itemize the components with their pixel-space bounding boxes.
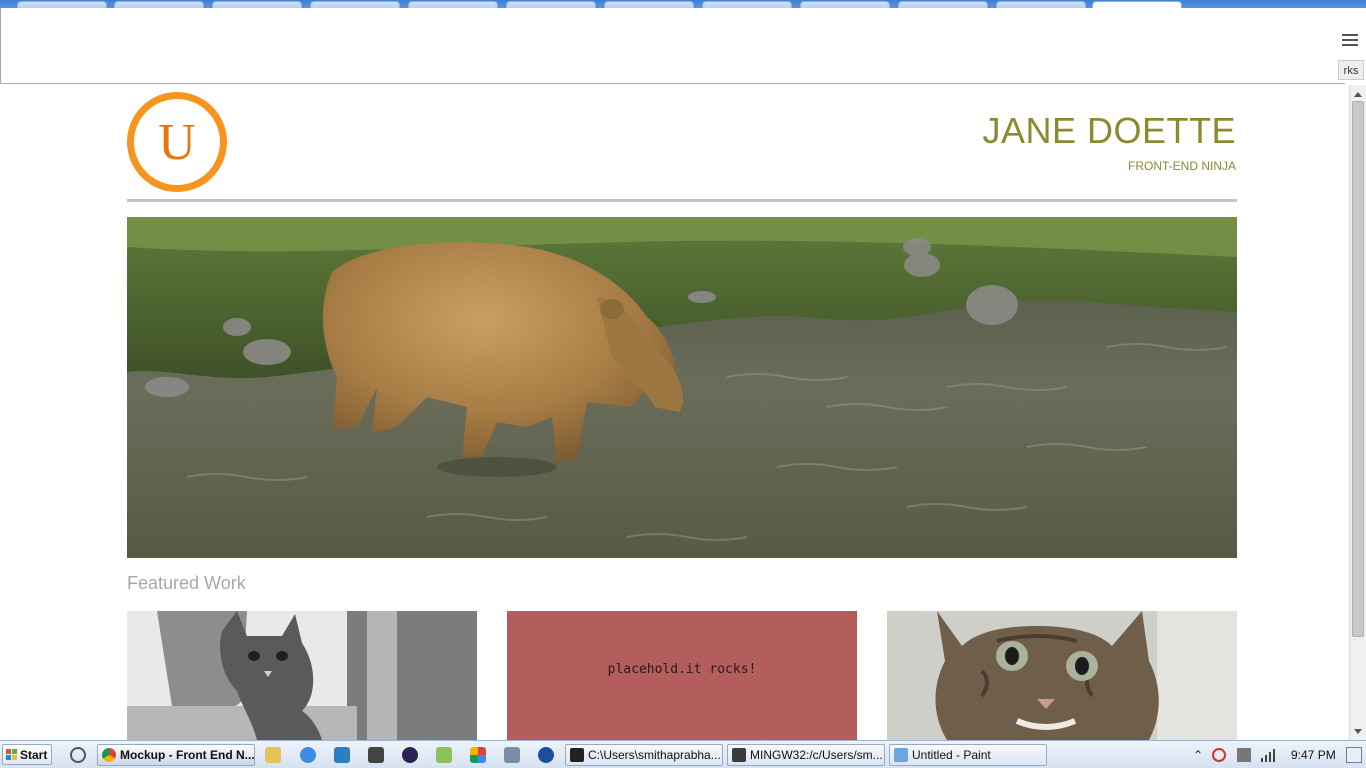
taskbar-task-paint[interactable]: Untitled - Paint (889, 744, 1047, 766)
bookmarks-overflow-button[interactable]: rks (1338, 60, 1364, 80)
network-tool-icon[interactable] (504, 747, 520, 763)
show-desktop-button[interactable] (1346, 747, 1362, 763)
start-label: Start (20, 748, 48, 762)
logo-letter: U (158, 114, 196, 171)
task-label: Mockup - Front End N... (120, 748, 255, 762)
browser-tab[interactable] (17, 1, 107, 8)
internet-explorer-icon[interactable] (300, 747, 316, 763)
scroll-up-arrow-icon[interactable] (1354, 92, 1362, 97)
paint-icon (894, 748, 908, 762)
eclipse-icon[interactable] (402, 747, 418, 763)
browser-tab[interactable] (800, 1, 890, 8)
taskbar-task-cmd[interactable]: C:\Users\smithaprabha... (565, 744, 723, 766)
google-app-icon[interactable] (470, 747, 486, 763)
taskbar-clock[interactable]: 9:47 PM (1291, 748, 1336, 762)
task-label: MINGW32:/c/Users/sm... (750, 748, 883, 762)
site-owner-name: JANE DOETTE (982, 110, 1236, 151)
browser-tab[interactable] (506, 1, 596, 8)
bear-in-river-image (127, 217, 1237, 558)
featured-work-heading: Featured Work (127, 573, 246, 593)
minimize-button[interactable] (1244, 0, 1258, 8)
browser-toolbar (0, 8, 1345, 84)
windows-flag-icon (6, 749, 17, 760)
hero-image (127, 217, 1237, 558)
network-signal-icon[interactable] (1261, 748, 1275, 762)
kitten-tabby-image (887, 611, 1237, 740)
browser-tab[interactable] (604, 1, 694, 8)
browser-tab[interactable] (114, 1, 204, 8)
start-button[interactable]: Start (2, 744, 52, 765)
page-scrollbar[interactable] (1349, 85, 1366, 740)
browser-tab[interactable] (408, 1, 498, 8)
task-label: C:\Users\smithaprabha... (588, 748, 721, 762)
calculator-icon[interactable] (368, 747, 384, 763)
windows-taskbar: Start Mockup - Front End N... C:\Users\s… (0, 740, 1366, 768)
taskbar-task-mingw[interactable]: MINGW32:/c/Users/sm... (727, 744, 885, 766)
no-entry-icon[interactable] (70, 747, 86, 763)
tray-expand-chevron-icon[interactable]: ⌃ (1193, 748, 1207, 762)
featured-work-card-placeholder[interactable]: placehold.it rocks! (507, 611, 857, 740)
chrome-icon (102, 748, 116, 762)
browser-tab[interactable] (310, 1, 400, 8)
speaker-muted-icon[interactable] (1212, 748, 1226, 762)
featured-work-card[interactable] (127, 611, 477, 740)
browser-tab[interactable] (996, 1, 1086, 8)
browser-tab[interactable] (212, 1, 302, 8)
scroll-thumb[interactable] (1352, 101, 1364, 637)
browser-app-icon[interactable] (334, 747, 350, 763)
file-sync-icon[interactable] (436, 747, 452, 763)
task-label: Untitled - Paint (912, 748, 991, 762)
browser-tab-active[interactable] (1092, 1, 1182, 8)
browser-tab-strip (0, 0, 1366, 8)
folder-icon[interactable] (265, 747, 281, 763)
maximize-button[interactable] (1300, 0, 1314, 8)
featured-work-card[interactable] (887, 611, 1237, 740)
kitten-bw-image (127, 611, 477, 740)
command-prompt-icon (570, 748, 584, 762)
header-divider (127, 199, 1237, 202)
terminal-icon (732, 748, 746, 762)
globe-icon[interactable] (538, 747, 554, 763)
taskbar-task-chrome[interactable]: Mockup - Front End N... (97, 744, 255, 766)
site-owner-title: FRONT-END NINJA (1128, 159, 1236, 173)
browser-tab[interactable] (702, 1, 792, 8)
menu-icon[interactable] (1342, 34, 1358, 48)
browser-tab[interactable] (898, 1, 988, 8)
device-icon[interactable] (1237, 748, 1251, 762)
placeholder-text: placehold.it rocks! (607, 662, 757, 677)
site-logo[interactable]: U (127, 92, 227, 192)
scroll-down-arrow-icon[interactable] (1354, 729, 1362, 734)
